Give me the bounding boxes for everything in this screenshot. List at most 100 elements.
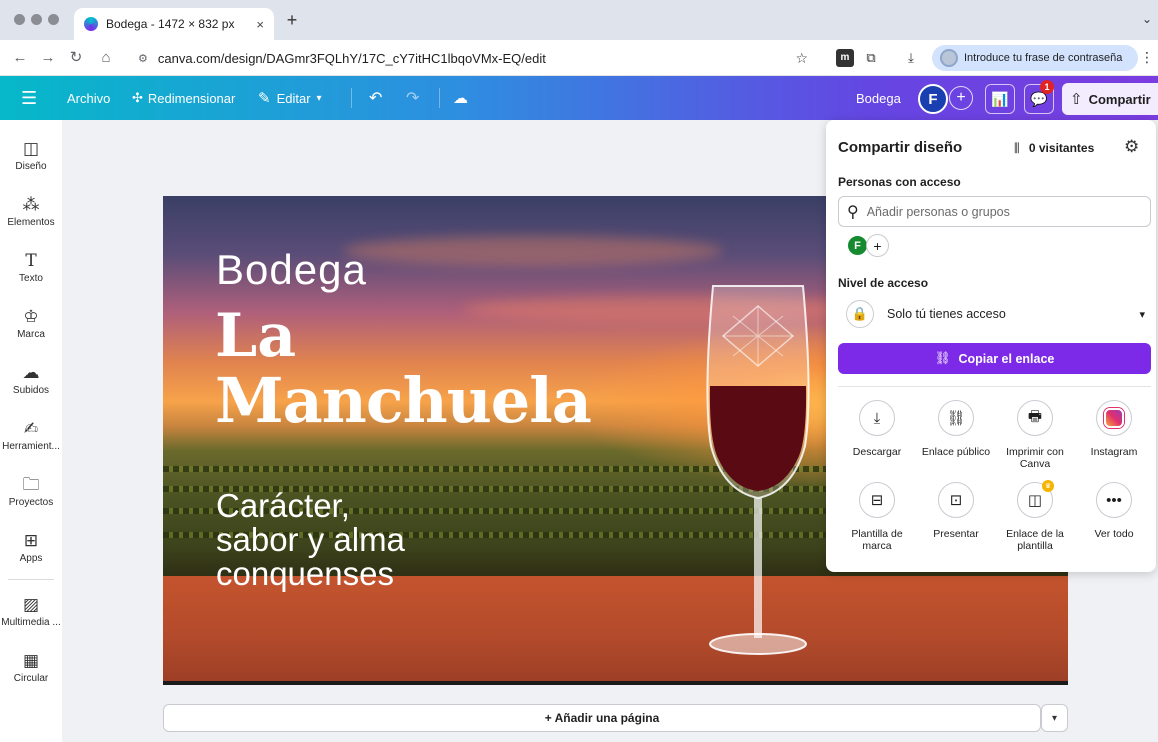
settings-gear-icon[interactable]: ⚙ (1124, 137, 1139, 157)
window-zoom-dot[interactable] (48, 14, 59, 25)
download-icon: ⤓ (859, 400, 895, 436)
sidebar-item-brand[interactable]: ♔ Marca (0, 306, 62, 358)
sidebar-item-text[interactable]: T Texto (0, 250, 62, 302)
add-member-plus-icon[interactable]: + (866, 234, 889, 257)
share-option-label: Imprimir con Canva (1006, 446, 1064, 470)
text-icon: T (25, 251, 37, 271)
add-page-button[interactable]: + Añadir una página (163, 704, 1041, 732)
design-name-button[interactable]: Bodega (856, 76, 901, 120)
add-page-options-chevron-icon[interactable]: ▾ (1041, 704, 1068, 732)
visitors-count-button[interactable]: ⫼ 0 visitantes (1014, 141, 1094, 156)
tab-search-chevron-icon[interactable]: ⌄ (1142, 12, 1152, 26)
sidebar-item-projects[interactable]: 🗀 Proyectos (0, 474, 62, 526)
design-title-la[interactable]: La (215, 304, 296, 368)
bookmark-star-icon[interactable]: ☆ (795, 50, 808, 67)
home-icon[interactable]: ⌂ (96, 48, 116, 68)
sidebar-item-elements[interactable]: ⁂ Elementos (0, 194, 62, 246)
share-option-present[interactable]: ⊡ Presentar (915, 482, 997, 540)
crown-icon: ♛ (1042, 480, 1054, 492)
undo-icon[interactable]: ↶ (369, 76, 382, 120)
browser-tab[interactable]: Bodega - 1472 × 832 px × (74, 8, 274, 40)
file-menu-button[interactable]: Archivo (67, 76, 110, 120)
visitors-label: 0 visitantes (1028, 141, 1095, 155)
edit-mode-button[interactable]: ✎ Editar ▾ (258, 76, 322, 120)
tab-title: Bodega - 1472 × 832 px (106, 17, 235, 31)
toolbar-divider (439, 88, 440, 108)
url-field[interactable]: ⚙ canva.com/design/DAGmr3FQLhY/17C_cY7it… (128, 45, 818, 71)
sidebar-item-design[interactable]: ◫ Diseño (0, 138, 62, 190)
share-option-label: Instagram (1090, 446, 1138, 458)
add-collaborator-icon[interactable]: + (949, 86, 973, 110)
access-level-value: Solo tú tienes acceso (887, 307, 1006, 321)
add-people-input[interactable]: ⚲ Añadir personas o grupos (838, 196, 1151, 227)
share-option-see-all[interactable]: ••• Ver todo (1073, 482, 1155, 540)
sidebar-item-media[interactable]: ▨ Multimedia ... (0, 594, 62, 646)
share-panel-divider (838, 386, 1151, 387)
share-option-label: Plantilla de marca (851, 528, 903, 552)
profile-passphrase-label: Introduce tu frase de contraseña (964, 52, 1123, 64)
sidebar-item-circular[interactable]: ▦ Circular (0, 650, 62, 702)
extensions-puzzle-icon[interactable]: ⧉ (862, 49, 880, 67)
share-option-instagram[interactable]: Instagram (1073, 400, 1155, 458)
cloud-saved-icon[interactable]: ☁ (453, 76, 468, 120)
share-option-public-link[interactable]: ⛓ Enlace público (915, 400, 997, 458)
toolbar-divider (351, 88, 352, 108)
new-tab-button[interactable]: + (282, 10, 302, 30)
pencil-icon: ✎ (258, 90, 271, 107)
share-option-print[interactable]: 🖶 Imprimir con Canva (994, 400, 1076, 470)
sky-cloud (343, 236, 723, 266)
window-close-dot[interactable] (14, 14, 25, 25)
reload-icon[interactable]: ↻ (66, 48, 86, 68)
analytics-icon[interactable]: 📊 (985, 84, 1015, 114)
design-title-manchuela[interactable]: Manchuela (215, 366, 592, 436)
elements-icon: ⁂ (22, 195, 40, 214)
member-avatar[interactable]: F (847, 235, 868, 256)
download-tray-icon[interactable]: ⤓ (902, 49, 920, 67)
browser-menu-icon[interactable]: ⋮ (1140, 49, 1154, 66)
redo-icon[interactable]: ↷ (406, 76, 419, 120)
share-option-download[interactable]: ⤓ Descargar (836, 400, 918, 458)
share-option-label: Enlace público (921, 446, 991, 458)
copy-link-button[interactable]: ⛓ Copiar el enlace (838, 343, 1151, 374)
object-panel-sidebar: ◫ Diseño ⁂ Elementos T Texto ♔ Marca ☁ S… (0, 120, 62, 742)
sidebar-item-label: Elementos (7, 217, 55, 228)
sidebar-item-apps[interactable]: ⊞ Apps (0, 530, 62, 582)
sidebar-item-label: Texto (19, 273, 43, 284)
back-arrow-icon[interactable]: ← (10, 48, 30, 68)
share-option-template-link[interactable]: ◫ ♛ Enlace de la plantilla (994, 480, 1076, 552)
tab-close-icon[interactable]: × (256, 17, 264, 32)
sidebar-item-label: Herramient... (2, 441, 60, 452)
window-minimize-dot[interactable] (31, 14, 42, 25)
access-level-label: Nivel de acceso (838, 276, 929, 290)
edit-label: Editar (276, 90, 311, 106)
sidebar-divider (8, 579, 54, 580)
resize-button[interactable]: ✣ Redimensionar (132, 76, 235, 120)
people-with-access-label: Personas con acceso (838, 175, 961, 189)
access-level-dropdown[interactable]: 🔒 Solo tú tienes acceso ▾ (838, 297, 1151, 331)
share-button[interactable]: ⇧ Compartir (1062, 83, 1158, 115)
link-icon: ⛓ (934, 351, 951, 365)
share-upload-icon: ⇧ (1070, 91, 1083, 108)
notification-badge: 1 (1040, 80, 1054, 94)
site-info-icon[interactable]: ⚙ (138, 52, 148, 65)
tagline-line: Carácter, (216, 487, 350, 524)
sidebar-item-label: Apps (19, 553, 43, 564)
profile-passphrase-button[interactable]: Introduce tu frase de contraseña (932, 45, 1138, 71)
sidebar-item-uploads[interactable]: ☁ Subidos (0, 362, 62, 414)
tagline-line: conquenses (216, 555, 394, 592)
sidebar-item-label: Diseño (15, 161, 47, 172)
present-icon: ⊡ (938, 482, 974, 518)
share-option-brand-template[interactable]: ⊟ Plantilla de marca (836, 482, 918, 552)
hamburger-menu-icon[interactable]: ☰ (21, 76, 37, 120)
user-avatar[interactable]: F (918, 84, 948, 114)
sidebar-item-label: Marca (17, 329, 45, 340)
forward-arrow-icon[interactable]: → (38, 48, 58, 68)
folder-icon: 🗀 (22, 475, 40, 494)
upload-icon: ☁ (22, 363, 40, 382)
extension-icon[interactable]: m (836, 49, 854, 67)
design-tagline[interactable]: Carácter, sabor y alma conquenses (216, 489, 405, 591)
template-link-icon: ◫ ♛ (1017, 480, 1054, 518)
sidebar-item-tools[interactable]: ✍ Herramient... (0, 418, 62, 470)
sidebar-item-label: Subidos (12, 385, 50, 396)
design-title-bodega[interactable]: Bodega (216, 246, 367, 294)
